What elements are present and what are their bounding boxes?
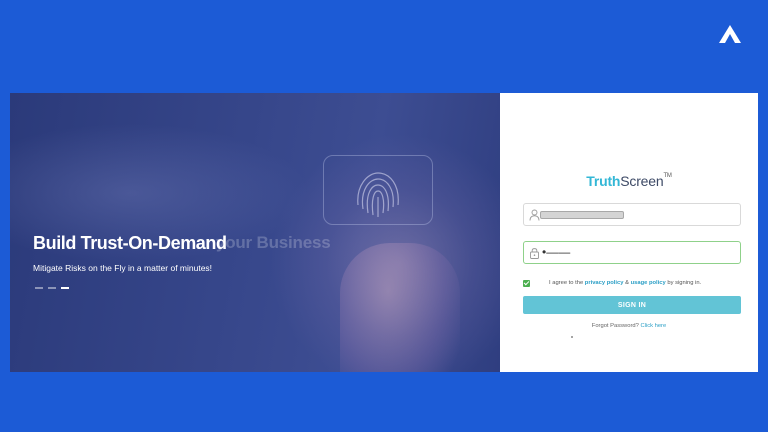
password-value: •—— — [542, 245, 571, 259]
agree-amp: & — [625, 280, 629, 286]
brand-logo: TruthScreenTM — [500, 173, 758, 189]
carousel-dot-3[interactable] — [61, 287, 69, 289]
forgot-password-text: Forgot Password? — [591, 323, 641, 329]
privacy-policy-link[interactable]: privacy policy — [585, 280, 624, 286]
agree-row: I agree to the privacy policy & usage po… — [523, 277, 743, 289]
carousel-dot-2[interactable] — [48, 287, 56, 289]
brand-part-screen: Screen — [620, 173, 664, 189]
carousel-indicators — [35, 287, 69, 289]
brand-part-truth: Truth — [586, 173, 621, 189]
username-value-redacted — [540, 211, 624, 219]
agree-prefix: I agree to the — [549, 280, 584, 286]
hero-subtitle: Mitigate Risks on the Fly in a matter of… — [33, 263, 213, 273]
forgot-password-row: Forgot Password? Click here — [500, 323, 758, 329]
fingerprint-icon — [357, 172, 399, 217]
username-field[interactable] — [523, 203, 741, 226]
login-screen: r your Business Build Trust-On-Demand Mi… — [10, 93, 758, 372]
agree-suffix: by signing in. — [667, 280, 702, 286]
forgot-password-link[interactable]: Click here — [640, 323, 666, 329]
user-icon — [529, 209, 540, 221]
app-logo-icon — [719, 25, 741, 43]
agree-checkbox[interactable] — [523, 279, 530, 287]
brand-trademark: TM — [663, 173, 672, 179]
hero-finger-image — [340, 243, 460, 372]
login-panel: TruthScreenTM •—— I agree to the privacy… — [500, 93, 758, 372]
lock-icon — [530, 248, 539, 259]
sign-in-button[interactable]: SIGN IN — [523, 296, 741, 314]
usage-policy-link[interactable]: usage policy — [631, 280, 666, 286]
carousel-dot-1[interactable] — [35, 287, 43, 289]
decorative-dot — [571, 336, 573, 338]
hero-banner: r your Business Build Trust-On-Demand Mi… — [10, 93, 500, 372]
password-field[interactable]: •—— — [523, 241, 741, 264]
hero-title: Build Trust-On-Demand — [33, 233, 227, 253]
